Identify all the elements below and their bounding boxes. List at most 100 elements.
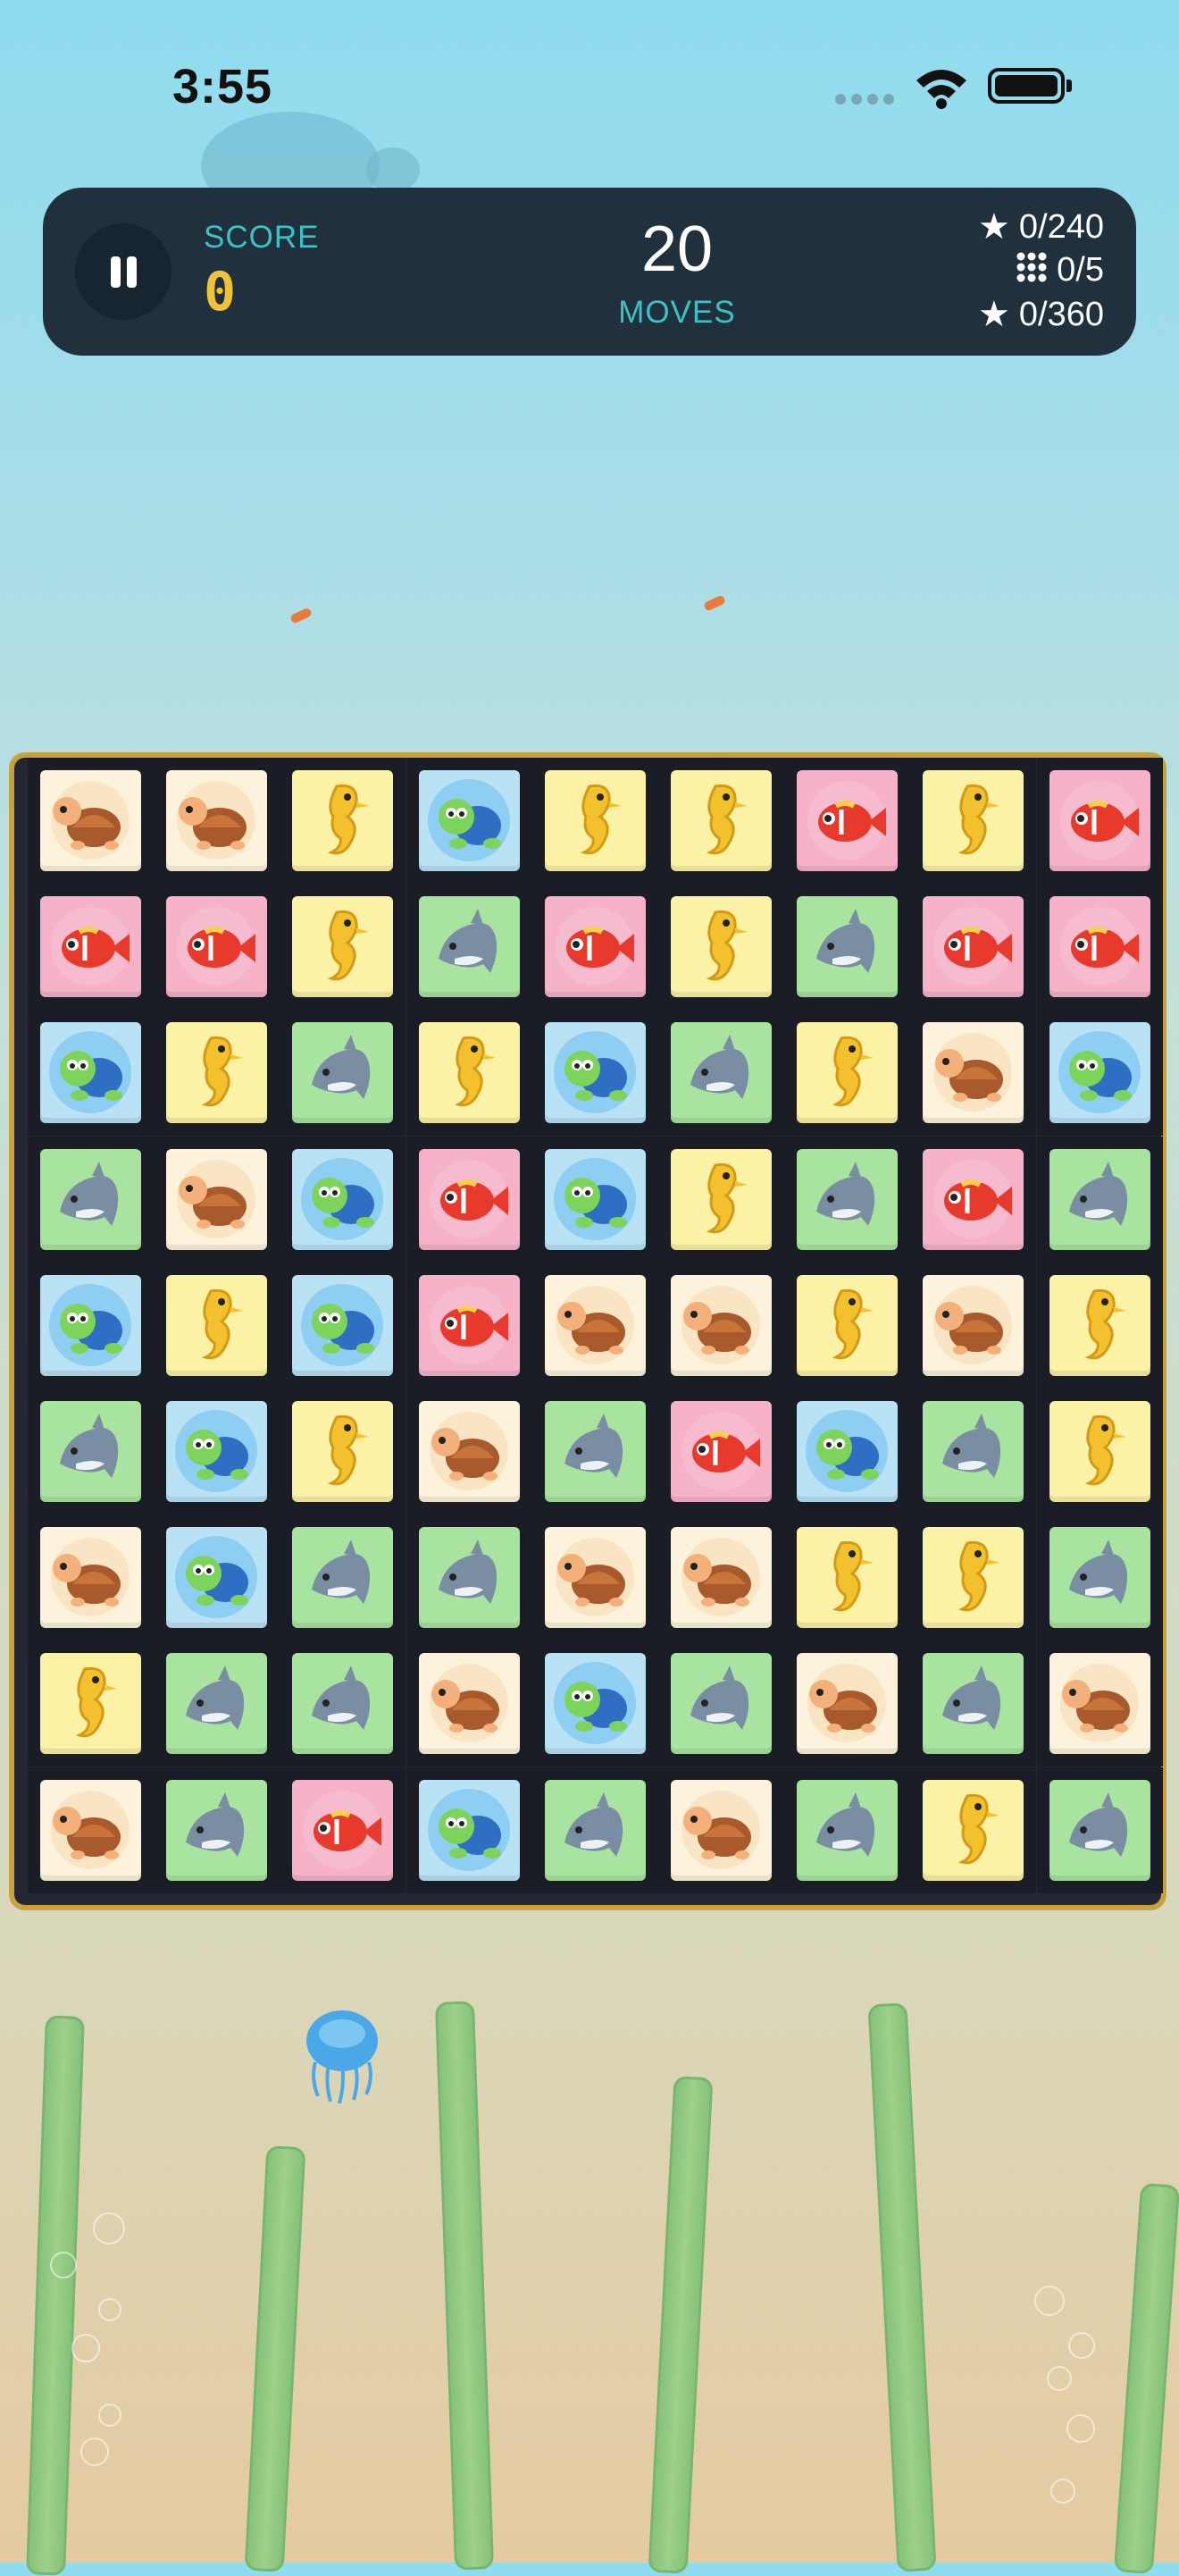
seahorse-tile[interactable] [166, 1274, 268, 1376]
board-cell[interactable] [280, 1136, 406, 1263]
dolphin-tile[interactable] [418, 896, 520, 998]
blueturtle-tile[interactable] [797, 1401, 899, 1502]
board-cell[interactable] [658, 1640, 784, 1767]
dolphin-tile[interactable] [40, 1401, 141, 1502]
board-cell[interactable] [531, 1640, 658, 1767]
board-cell[interactable] [910, 884, 1037, 1011]
board-cell[interactable] [406, 884, 532, 1011]
seahorse-tile[interactable] [544, 770, 646, 871]
board-cell[interactable] [154, 1136, 280, 1263]
board-cell[interactable] [28, 1389, 154, 1515]
seahorse-tile[interactable] [671, 896, 772, 998]
seahorse-tile[interactable] [1049, 1401, 1150, 1502]
turtle-tile[interactable] [797, 1653, 899, 1755]
board-cell[interactable] [28, 1136, 154, 1263]
board-cell[interactable] [910, 758, 1037, 884]
board-cell[interactable] [910, 1262, 1037, 1389]
turtle-tile[interactable] [418, 1401, 520, 1502]
board-cell[interactable] [910, 1136, 1037, 1263]
board-cell[interactable] [531, 758, 658, 884]
turtle-tile[interactable] [544, 1527, 646, 1629]
board-cell[interactable] [1036, 884, 1163, 1011]
board-cell[interactable] [1036, 1262, 1163, 1389]
board-cell[interactable] [1036, 1640, 1163, 1767]
board-cell[interactable] [280, 758, 406, 884]
board-cell[interactable] [531, 1136, 658, 1263]
fish-tile[interactable] [797, 770, 899, 871]
fish-tile[interactable] [40, 896, 141, 998]
board-cell[interactable] [406, 1389, 532, 1515]
board-cell[interactable] [910, 1389, 1037, 1515]
board-cell[interactable] [658, 884, 784, 1011]
board-cell[interactable] [531, 1766, 658, 1893]
board-cell[interactable] [784, 1389, 911, 1515]
dolphin-tile[interactable] [292, 1653, 394, 1755]
dolphin-tile[interactable] [671, 1653, 772, 1755]
seahorse-tile[interactable] [797, 1274, 899, 1376]
dolphin-tile[interactable] [292, 1527, 394, 1629]
board-cell[interactable] [784, 1640, 911, 1767]
dolphin-tile[interactable] [1049, 1148, 1150, 1250]
fish-tile[interactable] [923, 1148, 1024, 1250]
board-cell[interactable] [784, 1766, 911, 1893]
board-cell[interactable] [658, 1766, 784, 1893]
board-cell[interactable] [406, 1262, 532, 1389]
board-cell[interactable] [784, 1262, 911, 1389]
dolphin-tile[interactable] [292, 1022, 394, 1124]
seahorse-tile[interactable] [40, 1653, 141, 1755]
board-cell[interactable] [784, 1515, 911, 1641]
board-cell[interactable] [280, 1389, 406, 1515]
blueturtle-tile[interactable] [292, 1274, 394, 1376]
seahorse-tile[interactable] [797, 1022, 899, 1124]
board-cell[interactable] [531, 884, 658, 1011]
seahorse-tile[interactable] [292, 896, 394, 998]
board-cell[interactable] [531, 1389, 658, 1515]
board-cell[interactable] [154, 758, 280, 884]
turtle-tile[interactable] [166, 770, 268, 871]
board-cell[interactable] [154, 1010, 280, 1137]
fish-tile[interactable] [166, 896, 268, 998]
seahorse-tile[interactable] [923, 1527, 1024, 1629]
turtle-tile[interactable] [418, 1653, 520, 1755]
board-cell[interactable] [1036, 758, 1163, 884]
pause-button[interactable] [75, 223, 171, 320]
board-cell[interactable] [1036, 1010, 1163, 1137]
board-cell[interactable] [1036, 1389, 1163, 1515]
board-cell[interactable] [910, 1010, 1037, 1137]
fish-tile[interactable] [418, 1148, 520, 1250]
blueturtle-tile[interactable] [40, 1022, 141, 1124]
board-cell[interactable] [784, 758, 911, 884]
turtle-tile[interactable] [544, 1274, 646, 1376]
blueturtle-tile[interactable] [166, 1527, 268, 1629]
board-cell[interactable] [1036, 1136, 1163, 1263]
board-cell[interactable] [784, 1136, 911, 1263]
fish-tile[interactable] [544, 896, 646, 998]
board-cell[interactable] [531, 1010, 658, 1137]
seahorse-tile[interactable] [166, 1022, 268, 1124]
fish-tile[interactable] [1049, 770, 1150, 871]
dolphin-tile[interactable] [40, 1148, 141, 1250]
board-cell[interactable] [154, 1389, 280, 1515]
board-cell[interactable] [28, 758, 154, 884]
fish-tile[interactable] [1049, 896, 1150, 998]
board-cell[interactable] [406, 1640, 532, 1767]
seahorse-tile[interactable] [292, 770, 394, 871]
seahorse-tile[interactable] [797, 1527, 899, 1629]
turtle-tile[interactable] [671, 1274, 772, 1376]
turtle-tile[interactable] [923, 1274, 1024, 1376]
board-cell[interactable] [154, 1766, 280, 1893]
board-cell[interactable] [280, 1766, 406, 1893]
seahorse-tile[interactable] [923, 770, 1024, 871]
turtle-tile[interactable] [40, 1527, 141, 1629]
board-cell[interactable] [28, 1010, 154, 1137]
board-cell[interactable] [658, 1515, 784, 1641]
blueturtle-tile[interactable] [166, 1401, 268, 1502]
board-cell[interactable] [28, 1262, 154, 1389]
fish-tile[interactable] [292, 1779, 394, 1881]
seahorse-tile[interactable] [671, 770, 772, 871]
dolphin-tile[interactable] [1049, 1527, 1150, 1629]
turtle-tile[interactable] [923, 1022, 1024, 1124]
board-cell[interactable] [658, 1136, 784, 1263]
blueturtle-tile[interactable] [40, 1274, 141, 1376]
seahorse-tile[interactable] [671, 1148, 772, 1250]
